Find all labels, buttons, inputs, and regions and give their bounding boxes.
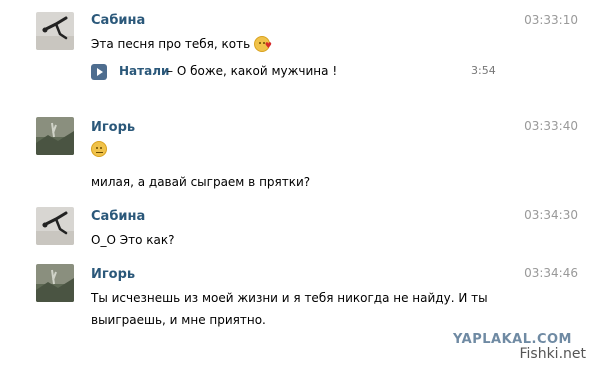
dancer-avatar-icon xyxy=(36,12,74,50)
sender-name[interactable]: Сабина xyxy=(91,13,145,28)
message-emoji xyxy=(91,138,107,160)
landscape-avatar-icon xyxy=(36,264,74,302)
avatar-igor[interactable] xyxy=(36,264,74,302)
sender-name[interactable]: Игорь xyxy=(91,120,135,135)
timestamp: 03:34:46 xyxy=(524,266,578,280)
avatar-igor[interactable] xyxy=(36,117,74,155)
timestamp: 03:33:10 xyxy=(524,13,578,27)
neutral-face-emoji-icon xyxy=(91,141,107,157)
audio-title: – О боже, какой мужчина ! xyxy=(167,64,338,78)
watermark-fishki: Fishki.net xyxy=(519,346,586,362)
timestamp: 03:34:30 xyxy=(524,208,578,222)
audio-attachment[interactable]: Натали – О боже, какой мужчина ! 3:54 xyxy=(91,62,501,82)
message-text: Эта песня про тебя, коть ♥ xyxy=(91,36,272,52)
kiss-emoji-icon: ♥ xyxy=(253,36,272,52)
dancer-avatar-icon xyxy=(36,207,74,245)
sender-name[interactable]: Игорь xyxy=(91,267,135,282)
message-text: милая, а давай сыграем в прятки? xyxy=(91,175,311,189)
timestamp: 03:33:40 xyxy=(524,119,578,133)
message-text-line2: выиграешь, и мне приятно. xyxy=(91,313,266,327)
audio-artist[interactable]: Натали xyxy=(119,64,169,78)
audio-duration: 3:54 xyxy=(471,64,496,77)
avatar-sabina[interactable] xyxy=(36,12,74,50)
message-text: О_О Это как? xyxy=(91,233,175,247)
play-icon[interactable] xyxy=(91,64,107,80)
avatar-sabina[interactable] xyxy=(36,207,74,245)
watermark-yaplakal: YAPLAKAL.COM xyxy=(453,332,572,347)
message-text-line1: Ты исчезнешь из моей жизни и я тебя нико… xyxy=(91,291,488,305)
sender-name[interactable]: Сабина xyxy=(91,209,145,224)
landscape-avatar-icon xyxy=(36,117,74,155)
